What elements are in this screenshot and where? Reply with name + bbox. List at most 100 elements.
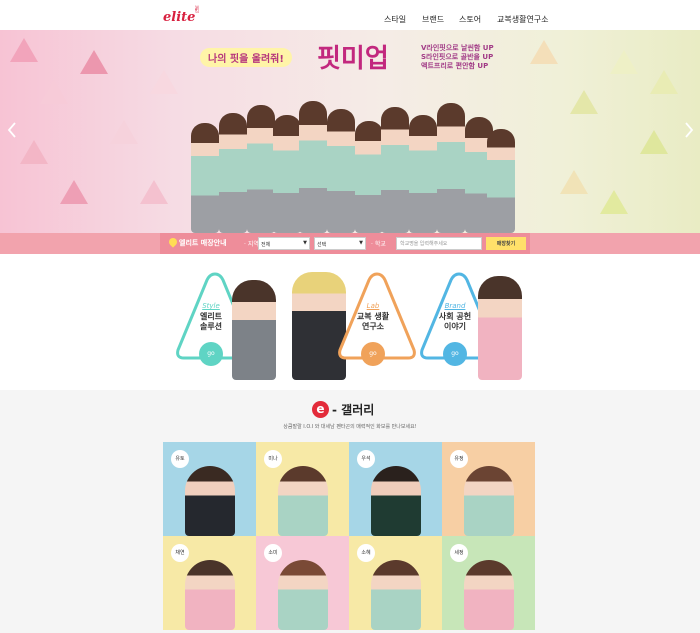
region-label: · 지역: [244, 241, 259, 248]
logo-ribbon-icon: ✌: [193, 5, 202, 16]
banner-headline-small: 나의 핏을 올려줘!: [200, 48, 292, 67]
promo-section: Style 엘리트 솔루션 go Lab 교복 생활 연구소 go Brand …: [0, 254, 700, 390]
banner-copy: V라인핏으로 날씬함 UP S라인핏으로 골반을 UP 액트프리로 편안함 UP: [421, 44, 494, 71]
chevron-down-icon: ▼: [303, 240, 307, 246]
pattern-triangle: [640, 130, 668, 154]
banner-copy-line: S라인핏으로 골반을 UP: [421, 53, 494, 61]
model-figure: [409, 115, 437, 233]
gallery-tile[interactable]: 유정: [442, 442, 535, 536]
model-figure: [299, 101, 327, 233]
gallery-name-badge: 세정: [450, 544, 468, 562]
banner-pagination: [322, 224, 386, 233]
model-figure: [278, 560, 328, 630]
model-figure: [464, 560, 514, 630]
gallery-tile[interactable]: 미나: [256, 442, 349, 536]
model-figure: [232, 280, 276, 380]
chevron-left-icon: [7, 122, 16, 138]
model-figure: [219, 113, 247, 233]
model-figure: [464, 466, 514, 536]
gallery-name-badge: 우석: [357, 450, 375, 468]
model-figure: [487, 129, 515, 233]
header: elite ✌ 스타일 브랜드 스토어 교복생활연구소: [0, 0, 700, 30]
model-figure: [278, 466, 328, 536]
gallery-name-badge: 유토: [171, 450, 189, 468]
gallery-name-badge: 소미: [264, 544, 282, 562]
find-store-button[interactable]: 매장찾기: [486, 237, 526, 250]
pattern-triangle: [10, 38, 38, 62]
promo-title-line: 교복 생활: [356, 312, 390, 321]
school-label: · 학교: [371, 241, 386, 248]
model-figure: [371, 466, 421, 536]
store-search-bar: 엘리트 매장안내 · 지역 전체 ▼ 선택 ▼ · 학교 매장찾기: [0, 233, 700, 254]
promo-eng-label: Lab: [366, 302, 380, 310]
page: elite ✌ 스타일 브랜드 스토어 교복생활연구소 나의 핏을 올려줘! 핏…: [0, 0, 700, 633]
region-select-value: 전체: [261, 242, 271, 248]
gallery-tile[interactable]: 세정: [442, 536, 535, 630]
gallery-name-badge: 채연: [171, 544, 189, 562]
promo-go-button[interactable]: go: [199, 342, 223, 366]
promo-card-lab[interactable]: Lab 교복 생활 연구소 go: [292, 270, 416, 380]
gallery-tile[interactable]: 채연: [163, 536, 256, 630]
store-search-title: 엘리트 매장안내: [179, 239, 227, 247]
pattern-triangle: [110, 120, 138, 144]
gallery-title: - 갤러리: [332, 403, 375, 417]
logo[interactable]: elite: [163, 10, 195, 25]
chevron-right-icon: [685, 122, 694, 138]
gallery-name-badge: 미나: [264, 450, 282, 468]
model-figure: [185, 560, 235, 630]
model-figure: [381, 107, 409, 233]
banner-copy-line: 액트프리로 편안함 UP: [421, 62, 489, 70]
model-figure: [191, 123, 219, 233]
banner-next-button[interactable]: [684, 122, 694, 142]
hero-banner[interactable]: 나의 핏을 올려줘! 핏미업 V라인핏으로 날씬함 UP S라인핏으로 골반을 …: [0, 30, 700, 233]
region-select[interactable]: 전체 ▼: [258, 237, 310, 250]
promo-card-style[interactable]: Style 엘리트 솔루션 go: [170, 270, 290, 380]
model-figure: [371, 560, 421, 630]
model-figure: [247, 105, 275, 233]
banner-headline: 핏미업: [317, 44, 389, 74]
nav-school-life-lab[interactable]: 교복생활연구소: [497, 14, 549, 25]
pattern-triangle: [560, 170, 588, 194]
nav-brand[interactable]: 브랜드: [422, 14, 444, 25]
district-select-value: 선택: [317, 242, 327, 248]
banner-copy-line: V라인핏으로 날씬함 UP: [421, 44, 494, 52]
district-select[interactable]: 선택 ▼: [314, 237, 366, 250]
promo-title: 교복 생활 연구소: [332, 312, 414, 332]
model-figure: [185, 466, 235, 536]
model-figure: [478, 276, 522, 380]
gallery-name-badge: 유정: [450, 450, 468, 468]
nav-style[interactable]: 스타일: [384, 14, 406, 25]
gallery-tile[interactable]: 유토: [163, 442, 256, 536]
promo-go-button[interactable]: go: [361, 342, 385, 366]
gallery-tile[interactable]: 소미: [256, 536, 349, 630]
model-figure: [355, 121, 383, 233]
gallery-name-badge: 소혜: [357, 544, 375, 562]
model-figure: [327, 109, 355, 233]
group-photo: [185, 86, 515, 233]
pattern-triangle: [140, 180, 168, 204]
school-search-input[interactable]: [396, 237, 482, 250]
gallery-title-text: 갤러리: [341, 403, 375, 417]
pattern-triangle: [570, 90, 598, 114]
pattern-triangle: [650, 70, 678, 94]
pattern-triangle: [60, 180, 88, 204]
pattern-triangle: [530, 40, 558, 64]
nav-store[interactable]: 스토어: [459, 14, 481, 25]
pattern-triangle: [80, 50, 108, 74]
gallery-section: e - 갤러리 상큼발랄 I.O.I 와 대세남 펜타곤의 매력적인 화보를 만…: [0, 390, 700, 633]
e-logo-icon: e: [312, 401, 329, 418]
model-figure: [437, 103, 465, 233]
gallery-tile[interactable]: 우석: [349, 442, 442, 536]
gallery-tile[interactable]: 소혜: [349, 536, 442, 630]
pattern-triangle: [20, 140, 48, 164]
pattern-triangle: [600, 190, 628, 214]
promo-go-button[interactable]: go: [443, 342, 467, 366]
chevron-down-icon: ▼: [359, 240, 363, 246]
pattern-triangle: [40, 80, 68, 104]
promo-card-brand[interactable]: Brand 사회 공헌 이야기 go: [414, 270, 534, 380]
pattern-triangle: [610, 50, 638, 74]
promo-title-line: 연구소: [361, 322, 385, 331]
banner-prev-button[interactable]: [7, 122, 17, 142]
model-figure: [273, 115, 301, 233]
gallery-subtitle: 상큼발랄 I.O.I 와 대세남 펜타곤의 매력적인 화보를 만나보세요!: [283, 424, 417, 430]
